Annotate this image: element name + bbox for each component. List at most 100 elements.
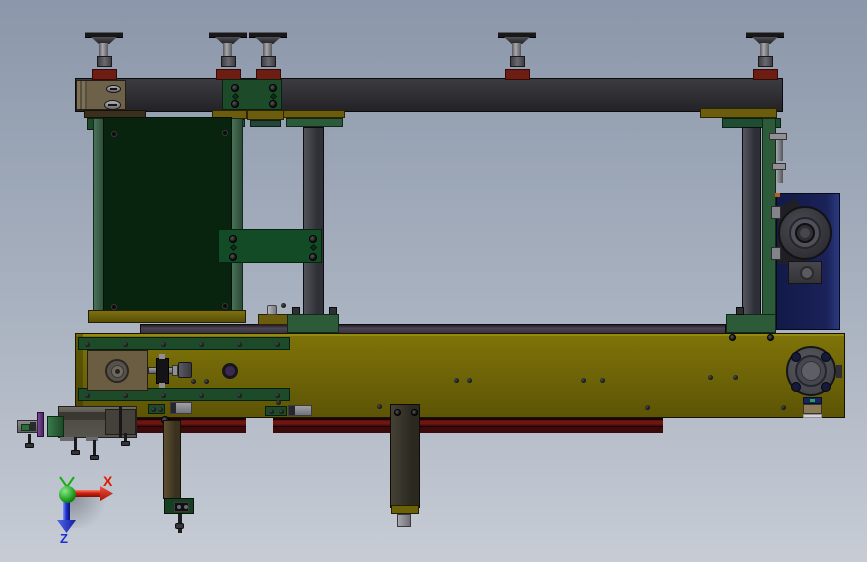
clamp-purple-bar[interactable] <box>37 412 44 437</box>
bolt-icon <box>269 84 277 92</box>
middle-column[interactable] <box>303 127 324 315</box>
bolt-icon <box>581 378 586 383</box>
bolt-icon <box>199 342 204 347</box>
sensor-end-cap <box>171 403 176 413</box>
motor-indicator-dot <box>775 193 780 197</box>
bolt-icon <box>454 378 459 383</box>
leveling-foot[interactable] <box>208 32 248 80</box>
belt-strip[interactable] <box>273 418 663 433</box>
support-leg-left[interactable] <box>163 420 181 499</box>
screw-icon <box>222 130 228 136</box>
hanging-screw <box>121 433 130 446</box>
triad-shadow <box>70 496 110 528</box>
stud-bolt <box>772 163 786 170</box>
column-stud <box>736 307 744 315</box>
pin-hole-icon <box>269 92 278 101</box>
clamp-green-block[interactable] <box>47 416 64 437</box>
bolt-icon <box>231 100 239 108</box>
bolt-icon <box>158 407 163 412</box>
bolt-icon <box>85 393 90 398</box>
mini-dark-tab <box>30 422 36 431</box>
leveling-foot[interactable] <box>745 32 785 80</box>
flange-lower-tab-white <box>803 414 822 418</box>
flange-bore <box>801 361 821 381</box>
bolt-icon <box>237 342 242 347</box>
bolt-icon <box>237 393 242 398</box>
pin-hole-icon <box>231 92 240 101</box>
pin-hole-icon <box>229 243 238 252</box>
foot-nut <box>97 56 112 67</box>
bracket-pin <box>159 354 165 359</box>
right-column[interactable] <box>742 127 761 330</box>
hanging-screw <box>25 434 34 448</box>
leveling-foot[interactable] <box>84 32 124 80</box>
sensor-block-green[interactable] <box>265 406 287 416</box>
beam-end-block[interactable] <box>76 80 126 110</box>
support-leg-middle[interactable] <box>390 404 420 508</box>
sensor-block-gray[interactable] <box>170 402 192 414</box>
bolt-icon <box>309 235 317 243</box>
cad-viewport[interactable]: X Z <box>0 0 867 562</box>
leveling-foot[interactable] <box>248 32 288 80</box>
panel-bottom-bar[interactable] <box>88 310 246 323</box>
mini-green-tab <box>21 424 30 431</box>
lower-box-circle <box>800 266 814 280</box>
top-frame-beam[interactable] <box>75 78 783 112</box>
triad-origin-sphere <box>59 486 76 503</box>
bracket-pin <box>159 383 165 388</box>
leg-sensor-block[interactable] <box>164 498 194 514</box>
gearbox-core <box>800 228 810 238</box>
gearbox-tab <box>771 206 781 219</box>
bolt-icon <box>275 342 280 347</box>
beam-green-plate[interactable] <box>222 79 282 110</box>
foot-base <box>505 69 530 80</box>
bolt-icon <box>204 379 209 384</box>
sensor-end-cap <box>289 406 295 415</box>
sensor-block-gray[interactable] <box>288 405 312 416</box>
axis-z-arrow <box>63 502 70 521</box>
bolt-icon <box>199 393 204 398</box>
pin-hole-icon <box>309 243 318 252</box>
slotted-screw-icon <box>104 100 121 110</box>
gearbox-lower-box[interactable] <box>788 261 822 284</box>
hanging-screw <box>90 440 99 460</box>
spacer-block <box>286 118 343 127</box>
bolt-icon <box>767 334 774 341</box>
axis-z-label: Z <box>60 531 68 546</box>
stud-bolt-shaft <box>777 140 783 161</box>
flange-bolt <box>821 382 831 392</box>
green-panel[interactable] <box>103 117 232 319</box>
hanging-screw <box>71 437 80 455</box>
column-bracket-plate[interactable] <box>218 229 322 263</box>
sensor-block-green[interactable] <box>148 404 165 414</box>
bolt-icon <box>191 379 196 384</box>
stud-bolt <box>769 133 787 140</box>
bolt-icon <box>281 303 286 308</box>
bolt-icon <box>276 400 281 405</box>
tab-green-dot <box>810 399 815 402</box>
sensor-dot <box>177 505 181 509</box>
bolt-icon <box>85 342 90 347</box>
flange-key-notch <box>836 365 842 378</box>
bolt-icon <box>275 393 280 398</box>
bolt-icon <box>269 100 277 108</box>
adjuster-knob[interactable] <box>178 362 192 378</box>
rail-end-block[interactable] <box>726 314 776 333</box>
bolt-icon <box>123 393 128 398</box>
bolt-icon <box>708 375 713 380</box>
rail-clamp-cylinder <box>267 305 277 315</box>
belt-strip[interactable] <box>118 418 246 433</box>
leveling-foot[interactable] <box>497 32 537 80</box>
right-green-strip <box>762 118 776 330</box>
spacer-block <box>700 108 777 118</box>
beam-rail-top[interactable] <box>78 337 290 350</box>
bolt-icon <box>309 253 317 261</box>
bolt-icon <box>269 409 274 414</box>
shaft-bore-hole <box>222 363 238 379</box>
column-foot-block[interactable] <box>287 314 339 333</box>
sensor-dot <box>184 505 188 509</box>
bolt-icon <box>467 378 472 383</box>
foot-nut <box>758 56 773 67</box>
bolt-icon <box>781 405 786 410</box>
panel-frame-rail-right[interactable] <box>231 118 243 320</box>
